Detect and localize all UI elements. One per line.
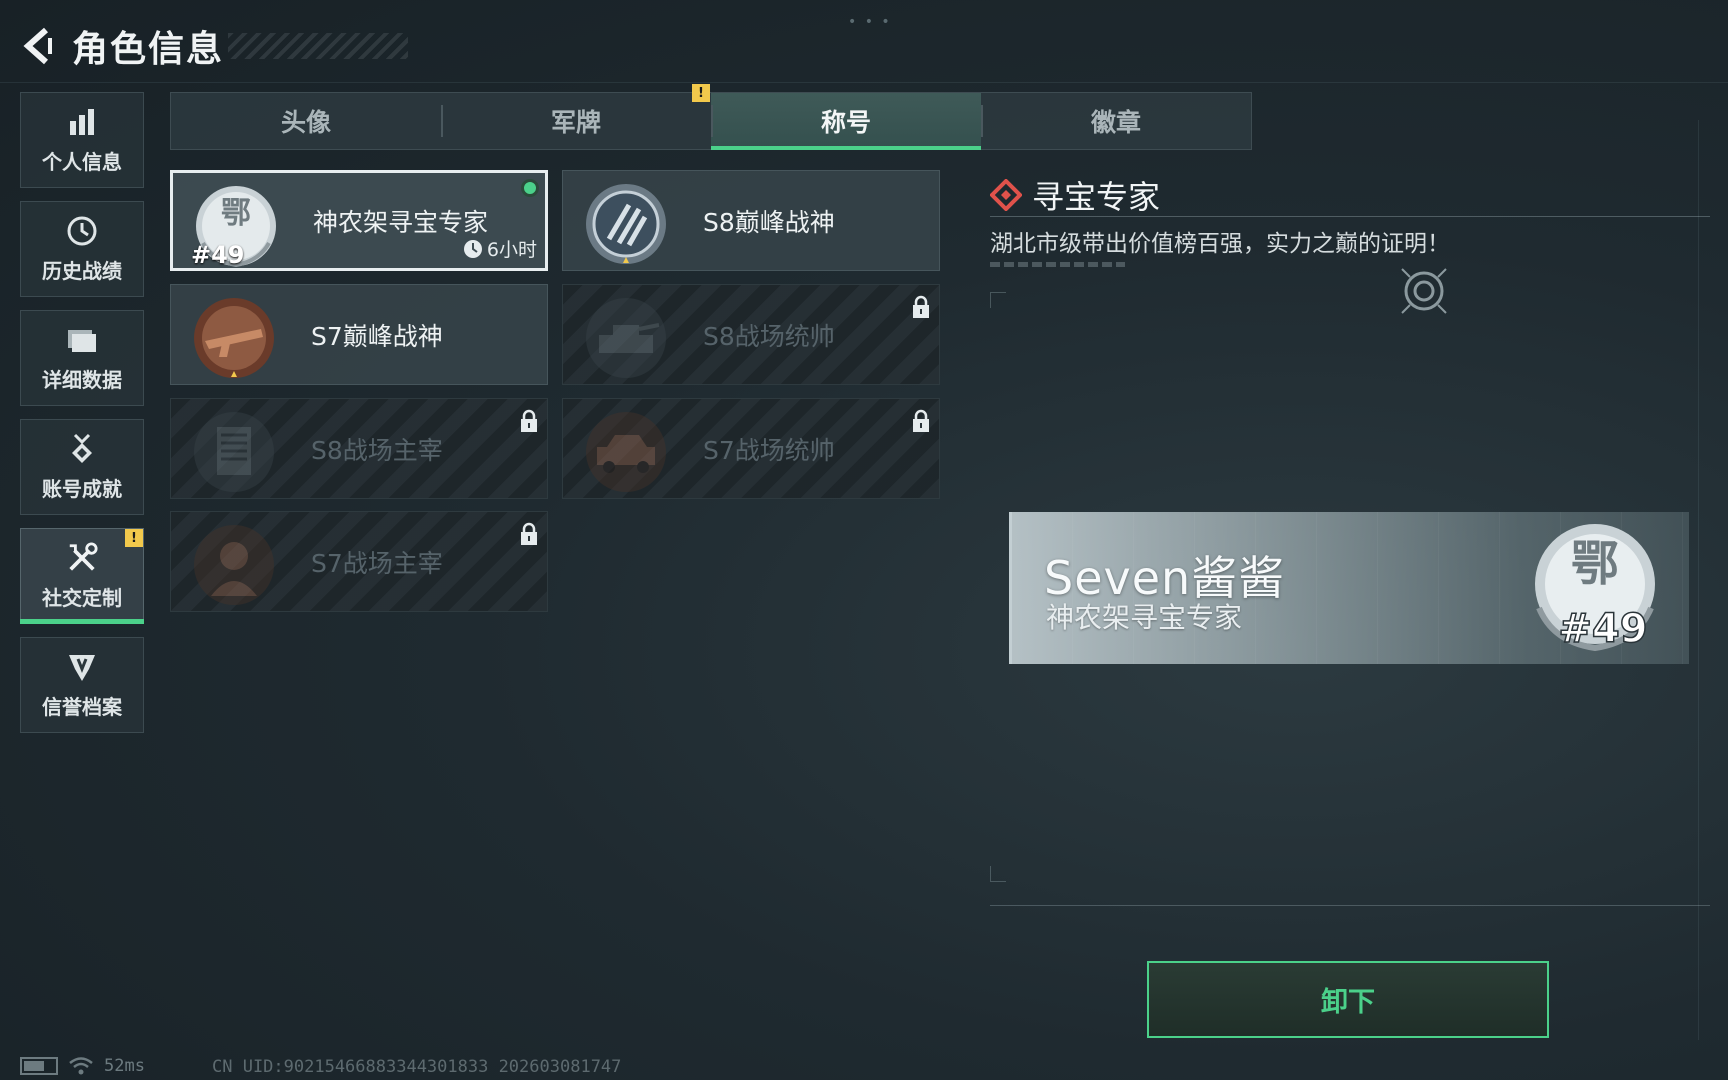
ping-text: 52ms (104, 1056, 145, 1076)
title-card[interactable]: S7战场统帅 (562, 398, 940, 499)
back-button[interactable] (18, 24, 58, 68)
building-emblem-icon (194, 412, 274, 492)
tab-dogtag[interactable]: 军牌 (441, 93, 711, 149)
tab-badge[interactable]: 徽章 (981, 93, 1251, 149)
emblem-text: 鄂 (221, 196, 251, 231)
grid-line (1698, 120, 1699, 1040)
bar-chart-icon (66, 106, 98, 138)
target-icon (1401, 268, 1447, 314)
folder-icon (66, 324, 98, 356)
lock-icon (521, 409, 537, 432)
uid-text: CN UID:902154668833443018​33 20260308174… (212, 1057, 622, 1077)
divider (990, 216, 1710, 217)
divider (990, 905, 1710, 906)
sidebar-item-label: 社交定制 (42, 585, 122, 610)
diamond-icon (990, 179, 1022, 211)
warning-badge: ! (125, 529, 143, 547)
detail-header: 寻宝专家 (990, 172, 1160, 218)
tab-bar: 头像 军牌 称号 徽章 (170, 92, 1252, 150)
soldier-emblem-icon (194, 525, 274, 605)
s8-emblem-icon (586, 184, 666, 264)
nameplate-preview: Seven酱酱 神农架寻宝专家 鄂 #49 (1009, 512, 1689, 664)
lock-icon (521, 522, 537, 545)
tab-title[interactable]: 称号 (711, 93, 981, 150)
title-card[interactable]: S8巅峰战神 (562, 170, 940, 271)
emblem-text: 鄂 (1571, 536, 1619, 592)
nameplate-title: 神农架寻宝专家 (1046, 601, 1243, 634)
title-card[interactable]: 鄂 #49 神农架寻宝专家 6小时 (170, 170, 548, 271)
sidebar-item-social-custom[interactable]: ! 社交定制 (20, 528, 144, 624)
title-card[interactable]: S8战场统帅 (562, 284, 940, 385)
sidebar-item-label: 个人信息 (42, 149, 122, 174)
title-name: S8巅峰战神 (703, 207, 835, 237)
wifi-icon (69, 1057, 93, 1075)
lock-icon (913, 295, 929, 318)
rank-label: #49 (1558, 606, 1647, 652)
history-icon (66, 215, 98, 247)
back-arrow-icon (23, 27, 52, 65)
title-card[interactable]: S7巅峰战神 (170, 284, 548, 385)
sidebar-item-details[interactable]: 详细数据 (20, 310, 144, 406)
sidebar-item-label: 账号成就 (42, 476, 122, 501)
title-name: S7巅峰战神 (311, 321, 443, 351)
frame-corner (990, 866, 1006, 882)
title-decoration (228, 33, 409, 59)
title-name: S8战场统帅 (703, 321, 835, 351)
unequip-button[interactable]: 卸下 (1147, 961, 1549, 1038)
timer-text: 6小时 (486, 239, 537, 261)
title-name: S8战场主宰 (311, 435, 443, 465)
title-card[interactable]: S7战场主宰 (170, 511, 548, 612)
title-card[interactable]: S8战场主宰 (170, 398, 548, 499)
warning-badge: ! (692, 84, 710, 102)
status-bar: 52ms (20, 1056, 145, 1076)
header: 角色信息 (18, 18, 409, 74)
title-name: S7战场统帅 (703, 435, 835, 465)
detail-description: 湖北市级带出价值榜百强，实力之巅的证明！ (990, 231, 1450, 257)
vehicle-emblem-icon (586, 412, 666, 492)
sidebar-item-history[interactable]: 历史战绩 (20, 201, 144, 297)
top-dots: • • • (848, 14, 892, 30)
sidebar-item-personal-info[interactable]: 个人信息 (20, 92, 144, 188)
lock-icon (913, 409, 929, 432)
hubei-emblem-icon: 鄂 #49 (1535, 524, 1655, 653)
sidebar-item-label: 历史战绩 (42, 258, 122, 283)
grid-line (0, 82, 1728, 83)
sidebar-item-label: 详细数据 (42, 367, 122, 392)
clock-icon (463, 239, 482, 258)
tank-emblem-icon (586, 298, 666, 378)
medal-icon (66, 433, 98, 465)
page-title: 角色信息 (72, 29, 225, 70)
tab-avatar[interactable]: 头像 (171, 93, 441, 149)
shield-icon (66, 651, 98, 683)
sidebar: 个人信息 历史战绩 详细数据 账号成就 ! 社交定制 信誉档案 (20, 92, 144, 746)
title-name: 神农架寻宝专家 (313, 207, 489, 237)
tools-icon (66, 541, 98, 574)
rank-label: #49 (191, 241, 245, 269)
equipped-indicator (521, 179, 539, 197)
battery-icon (20, 1057, 58, 1075)
dotted-decoration (990, 262, 1125, 267)
sidebar-item-achievements[interactable]: 账号成就 (20, 419, 144, 515)
detail-title: 寻宝专家 (1032, 178, 1161, 216)
title-name: S7战场主宰 (311, 548, 443, 578)
s7-emblem-icon (194, 298, 274, 378)
sidebar-item-label: 信誉档案 (42, 694, 122, 719)
sidebar-item-credit[interactable]: 信誉档案 (20, 637, 144, 733)
expiry-timer: 6小时 (463, 235, 537, 262)
frame-corner (990, 292, 1006, 308)
